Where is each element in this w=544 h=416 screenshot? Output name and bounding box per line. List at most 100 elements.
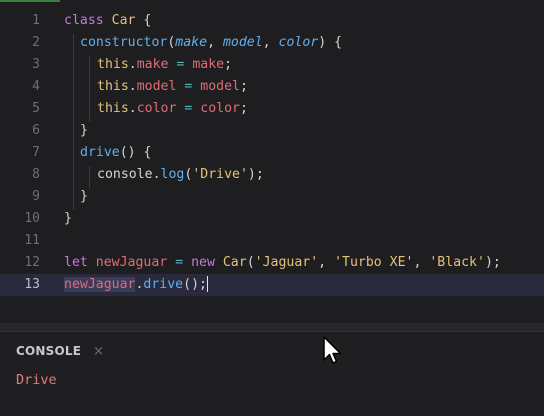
punctuation-token: );	[247, 167, 264, 182]
console-output-line: Drive	[16, 372, 57, 388]
mouse-pointer-icon	[323, 336, 342, 364]
punctuation-token: ) {	[318, 35, 343, 50]
property-token: model	[136, 79, 177, 94]
punctuation-token: ;	[224, 57, 233, 72]
punctuation-token: .	[152, 167, 161, 182]
keyword-token: new	[191, 255, 215, 270]
punctuation-token: () {	[119, 145, 152, 160]
property-token: color	[136, 101, 177, 116]
this-keyword-token: this	[97, 57, 129, 72]
line-number: 7	[32, 145, 40, 160]
identifier-token: console	[97, 167, 153, 182]
function-name-token: drive	[80, 145, 120, 160]
run-progress-indicator	[0, 0, 60, 2]
code-line[interactable]: 3 this.make = make;	[0, 54, 544, 76]
line-number: 12	[24, 255, 40, 270]
code-text[interactable]: this.make = make;	[97, 54, 232, 76]
class-name-token: Car	[222, 255, 247, 270]
line-number: 10	[24, 211, 40, 226]
line-number: 5	[32, 101, 40, 116]
code-line[interactable]: 4 this.model = model;	[0, 76, 544, 98]
keyword-token: let	[64, 255, 88, 270]
variable-token: color	[200, 101, 240, 116]
code-text[interactable]: let newJaguar = new Car('Jaguar', 'Turbo…	[64, 252, 501, 274]
code-text[interactable]: console.log('Drive');	[97, 164, 264, 186]
line-number: 13	[24, 277, 40, 292]
line-number: 8	[32, 167, 40, 182]
code-line[interactable]: 10 }	[0, 208, 544, 230]
code-text[interactable]: constructor(make, model, color) {	[80, 32, 342, 54]
code-line[interactable]: 2 constructor(make, model, color) {	[0, 32, 544, 54]
punctuation-token: ();	[183, 277, 207, 292]
code-line[interactable]: 5 this.color = color;	[0, 98, 544, 120]
variable-token: make	[192, 57, 225, 72]
punctuation-token: .	[128, 101, 137, 116]
code-text[interactable]: }	[64, 208, 72, 230]
code-line[interactable]: 12 let newJaguar = new Car('Jaguar', 'Tu…	[0, 252, 544, 274]
operator-token: =	[176, 101, 201, 116]
function-name-token: constructor	[80, 35, 168, 50]
punctuation-token: {	[135, 13, 152, 28]
active-code-line[interactable]: 13 newJaguar.drive();	[0, 274, 544, 296]
punctuation-token: ;	[239, 101, 248, 116]
property-token: make	[136, 57, 169, 72]
code-text[interactable]: newJaguar.drive();	[64, 274, 208, 296]
punctuation-token: .	[128, 57, 137, 72]
punctuation-token: ,	[207, 35, 223, 50]
console-tab-label: CONSOLE	[16, 344, 82, 358]
punctuation-token: ,	[318, 255, 335, 270]
code-text[interactable]: }	[80, 120, 88, 142]
variable-token: newJaguar	[95, 255, 168, 270]
line-number: 11	[24, 233, 40, 248]
code-line[interactable]: 1 class Car {	[0, 10, 544, 32]
code-line[interactable]: 8 console.log('Drive');	[0, 164, 544, 186]
code-line[interactable]: 11	[0, 230, 544, 252]
punctuation-token: ;	[239, 79, 248, 94]
code-line[interactable]: 6 }	[0, 120, 544, 142]
parameter-token: model	[222, 35, 263, 50]
punctuation-token: .	[128, 79, 137, 94]
text-caret	[206, 276, 208, 292]
punctuation-token: ,	[262, 35, 279, 50]
punctuation-token: );	[484, 255, 501, 270]
code-line[interactable]: 7 drive() {	[0, 142, 544, 164]
punctuation-token: }	[80, 123, 88, 138]
line-number: 2	[32, 35, 40, 50]
operator-token: =	[176, 79, 201, 94]
code-text[interactable]: this.color = color;	[97, 98, 248, 120]
variable-token: model	[200, 79, 240, 94]
console-panel: CONSOLE × Drive	[0, 331, 544, 416]
function-name-token: drive	[143, 277, 184, 292]
class-name-token: Car	[111, 13, 136, 28]
function-name-token: log	[160, 167, 185, 182]
console-tab[interactable]: CONSOLE ×	[16, 342, 104, 360]
punctuation-token: (	[246, 255, 255, 270]
selected-variable-token: newJaguar	[64, 277, 136, 292]
line-number: 3	[32, 57, 40, 72]
code-line[interactable]: 9 }	[0, 186, 544, 208]
parameter-token: color	[278, 35, 319, 50]
string-token: 'Turbo XE'	[334, 255, 414, 270]
string-token: 'Jaguar'	[254, 255, 319, 270]
code-text[interactable]: this.model = model;	[97, 76, 248, 98]
code-text[interactable]: }	[80, 186, 88, 208]
code-text[interactable]: drive() {	[80, 142, 151, 164]
line-number: 4	[32, 79, 40, 94]
this-keyword-token: this	[97, 79, 129, 94]
code-text[interactable]: class Car {	[64, 10, 151, 32]
line-number: 1	[32, 13, 40, 28]
punctuation-token: ,	[413, 255, 430, 270]
operator-token: =	[168, 57, 193, 72]
close-icon[interactable]: ×	[93, 344, 104, 359]
line-number: 6	[32, 123, 40, 138]
this-keyword-token: this	[97, 101, 129, 116]
operator-token: =	[167, 255, 192, 270]
keyword-token: class	[64, 13, 104, 28]
punctuation-token: }	[80, 189, 88, 204]
code-playground-window: 1 class Car { 2 constructor(make, model,…	[0, 0, 544, 416]
punctuation-token: }	[64, 211, 72, 226]
panel-resize-handle[interactable]	[0, 323, 544, 331]
code-editor[interactable]: 1 class Car { 2 constructor(make, model,…	[0, 0, 544, 323]
